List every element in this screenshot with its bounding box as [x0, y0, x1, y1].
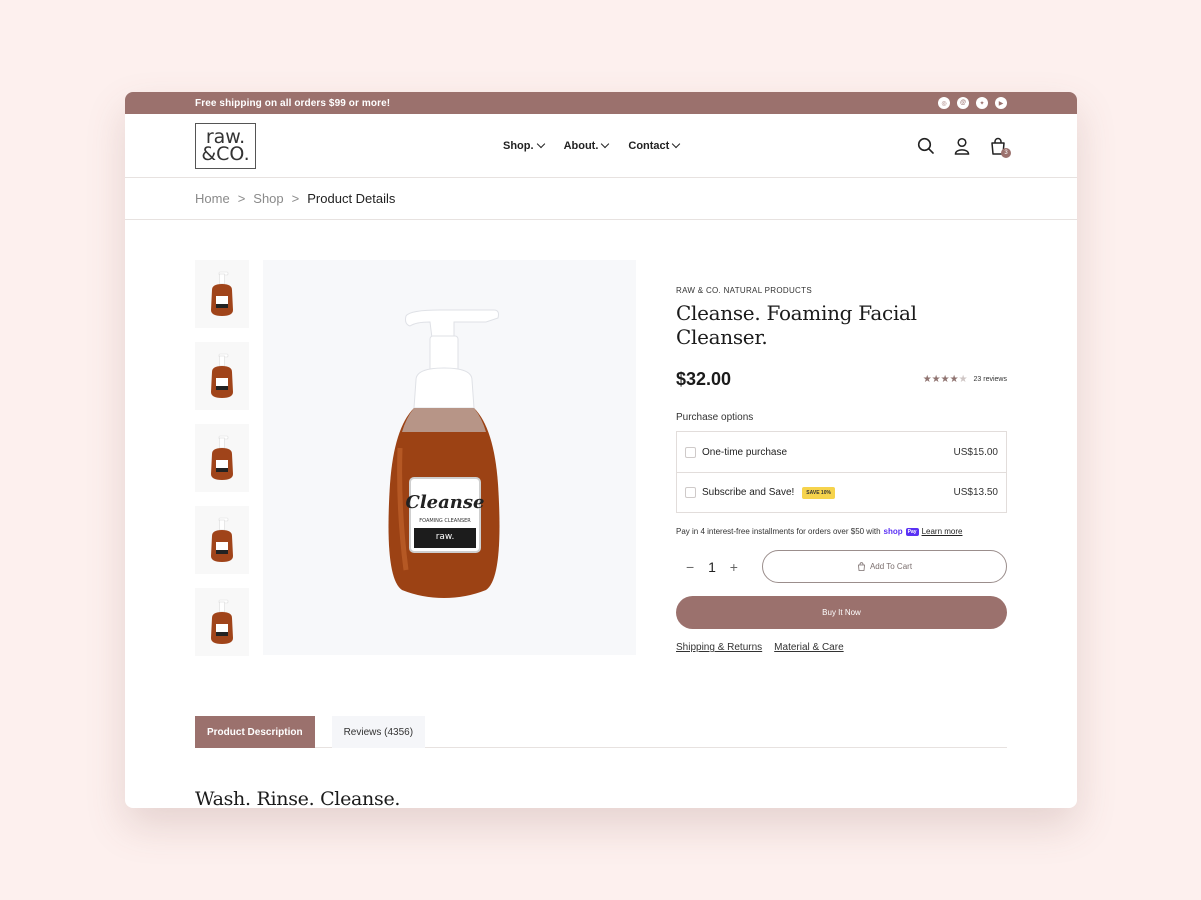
one-time-checkbox[interactable] [685, 446, 696, 458]
tab-reviews[interactable]: Reviews (4356) [331, 716, 426, 748]
buy-now-button[interactable]: Buy It Now [676, 596, 1007, 629]
quantity-decrease-button[interactable]: − [686, 559, 694, 575]
breadcrumb-separator: > [237, 191, 246, 206]
announcement-text: Free shipping on all orders $99 or more! [195, 97, 391, 109]
quantity-increase-button[interactable]: + [730, 559, 738, 575]
bottle-label-script: Cleanse [405, 492, 484, 513]
rating-stars: ★★★★★ [923, 374, 968, 385]
product-title: Cleanse. Foaming Facial Cleanser. [676, 301, 917, 349]
nav-contact[interactable]: Contact [628, 139, 681, 152]
product-section: Cleanse FOAMING CLEANSER raw. RAW & CO. … [125, 220, 1077, 690]
product-rating[interactable]: ★★★★★ 23 reviews [923, 374, 1007, 385]
save-badge: SAVE 10% [802, 486, 835, 499]
price-row: $32.00 ★★★★★ 23 reviews [676, 369, 1007, 390]
product-tabs: Product Description Reviews (4356) [195, 716, 1007, 748]
chevron-down-icon [536, 139, 545, 149]
buy-now-label: Buy It Now [822, 608, 861, 617]
nav-about-label: About. [563, 140, 599, 152]
installments-text: Pay in 4 interest-free installments for … [676, 527, 881, 536]
threads-icon[interactable]: @ [957, 97, 969, 109]
nav-about[interactable]: About. [563, 139, 610, 152]
thumbnail-2[interactable] [195, 342, 249, 410]
thumbnail-4[interactable] [195, 506, 249, 574]
material-care-link[interactable]: Material & Care [774, 642, 843, 653]
breadcrumb-separator: > [291, 191, 300, 206]
twitter-icon[interactable]: ✦ [976, 97, 988, 109]
breadcrumb: Home > Shop > Product Details [125, 178, 1077, 220]
option-subscribe[interactable]: Subscribe and Save! SAVE 10% US$13.50 [677, 472, 1006, 512]
add-to-cart-label: Add To Cart [869, 562, 913, 571]
option-one-time-name: One-time purchase [702, 446, 788, 458]
quantity-value[interactable]: 1 [708, 559, 716, 575]
logo[interactable]: raw. &CO. [195, 122, 256, 169]
star-icon: ★ [949, 374, 959, 385]
browser-frame: Free shipping on all orders $99 or more!… [125, 92, 1077, 808]
main-product-image: Cleanse FOAMING CLEANSER raw. [263, 260, 636, 655]
breadcrumb-home[interactable]: Home [195, 191, 230, 206]
cart-row: − 1 + Add To Cart [676, 550, 1007, 583]
breadcrumb-current: Product Details [307, 191, 396, 206]
nav-shop[interactable]: Shop. [503, 139, 545, 152]
search-icon[interactable] [917, 137, 935, 155]
nav-contact-label: Contact [628, 140, 670, 152]
header-actions: 3 [917, 114, 1011, 178]
learn-more-link[interactable]: Learn more [922, 527, 963, 536]
instagram-icon[interactable]: ◎ [938, 97, 950, 109]
cart-icon[interactable]: 3 [989, 137, 1011, 158]
add-to-cart-button[interactable]: Add To Cart [762, 550, 1007, 583]
option-subscribe-price: US$13.50 [953, 487, 998, 498]
subscribe-checkbox[interactable] [685, 487, 696, 498]
product-info: RAW & CO. NATURAL PRODUCTS Cleanse. Foam… [676, 286, 1007, 653]
star-icon: ★ [922, 374, 932, 385]
product-brand: RAW & CO. NATURAL PRODUCTS [676, 286, 812, 295]
option-subscribe-name: Subscribe and Save! [702, 487, 795, 498]
purchase-options-label: Purchase options [676, 412, 754, 423]
youtube-icon[interactable]: ▶ [995, 97, 1007, 109]
shipping-returns-link[interactable]: Shipping & Returns [676, 642, 762, 653]
thumbnail-3[interactable] [195, 424, 249, 492]
tab-product-description[interactable]: Product Description [195, 716, 315, 748]
bottle-label-brand: raw. [435, 532, 454, 542]
chevron-down-icon [601, 139, 610, 149]
cart-count-badge: 3 [1001, 148, 1011, 158]
main-nav: Shop. About. Contact [503, 114, 681, 178]
quantity-stepper: − 1 + [676, 551, 748, 583]
option-one-time[interactable]: One-time purchase US$15.00 [677, 432, 1006, 472]
bottle-label-sub: FOAMING CLEANSER [419, 518, 471, 524]
option-one-time-price: US$15.00 [953, 446, 998, 458]
thumbnail-5[interactable] [195, 588, 249, 656]
purchase-options: One-time purchase US$15.00 Subscribe and… [676, 431, 1007, 513]
thumbnail-list [195, 260, 249, 656]
star-icon: ★ [931, 374, 941, 385]
product-bottle-illustration: Cleanse FOAMING CLEANSER raw. [388, 309, 499, 598]
breadcrumb-shop[interactable]: Shop [253, 191, 283, 206]
info-links: Shipping & Returns Material & Care [676, 642, 1007, 653]
product-price: $32.00 [676, 369, 732, 389]
bag-icon [857, 562, 865, 571]
announcement-bar: Free shipping on all orders $99 or more!… [125, 92, 1077, 114]
reviews-count: 23 reviews [973, 376, 1007, 383]
description-title: Wash. Rinse. Cleanse. [195, 788, 401, 808]
nav-shop-label: Shop. [503, 140, 534, 152]
installments-note: Pay in 4 interest-free installments for … [676, 527, 1007, 536]
account-icon[interactable] [953, 137, 971, 155]
chevron-down-icon [672, 139, 681, 149]
shop-pay-badge: Pay [905, 527, 919, 536]
shop-pay-logo: shop [883, 527, 903, 536]
logo-line-2: &CO. [201, 142, 250, 165]
site-header: raw. &CO. Shop. About. Contact 3 [125, 114, 1077, 178]
star-icon: ★ [940, 374, 950, 385]
social-links: ◎ @ ✦ ▶ [938, 97, 1007, 109]
thumbnail-1[interactable] [195, 260, 249, 328]
star-icon: ★ [958, 374, 968, 385]
